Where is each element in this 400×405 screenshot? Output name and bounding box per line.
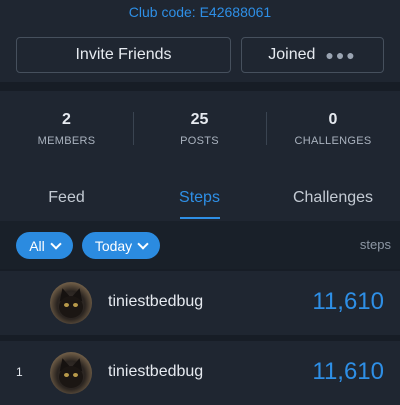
username: tiniestbedbug [108,293,204,310]
stat-value: 0 [328,111,338,128]
metric-label: steps [359,237,391,252]
invite-friends-button[interactable]: Invite Friends [16,37,231,73]
period-filter-label: Today [94,237,133,254]
club-stats: 2 MEMBERS 25 POSTS 0 CHALLENGES [0,91,400,173]
filter-bar: All Today steps [0,221,400,269]
avatar [50,352,92,394]
chevron-down-icon [50,237,62,250]
avatar [50,282,92,324]
group-filter-label: All [29,237,45,254]
rank-number: 1 [16,365,23,379]
stat-label: MEMBERS [37,135,96,147]
leaderboard-row[interactable]: tiniestbedbug 11,610 [0,271,400,335]
more-horizontal-icon: ●●● [325,47,357,63]
step-count: 11,610 [312,358,384,385]
stat-members[interactable]: 2 MEMBERS [0,111,133,147]
divider [0,82,400,91]
tab-bar: Feed Steps Challenges [0,173,400,221]
tab-feed[interactable]: Feed [0,189,133,207]
stat-label: POSTS [180,135,219,147]
tab-steps[interactable]: Steps [133,189,266,207]
club-code: Club code: E42688061 [128,4,272,20]
step-count: 11,610 [312,288,384,315]
stat-challenges[interactable]: 0 CHALLENGES [266,111,400,147]
stat-value: 25 [190,111,209,128]
joined-label: Joined [268,46,316,63]
tab-challenges[interactable]: Challenges [266,189,400,207]
stat-posts[interactable]: 25 POSTS [133,111,266,147]
invite-friends-label: Invite Friends [75,46,172,63]
chevron-down-icon [137,237,149,250]
leaderboard-row[interactable]: 1 tiniestbedbug 11,610 [0,341,400,405]
stat-label: CHALLENGES [294,135,372,147]
period-filter-dropdown[interactable]: Today [82,232,160,259]
joined-button[interactable]: Joined ●●● [241,37,384,73]
group-filter-dropdown[interactable]: All [16,232,73,259]
stat-value: 2 [62,111,71,128]
active-tab-indicator [180,217,220,219]
username: tiniestbedbug [108,363,204,380]
